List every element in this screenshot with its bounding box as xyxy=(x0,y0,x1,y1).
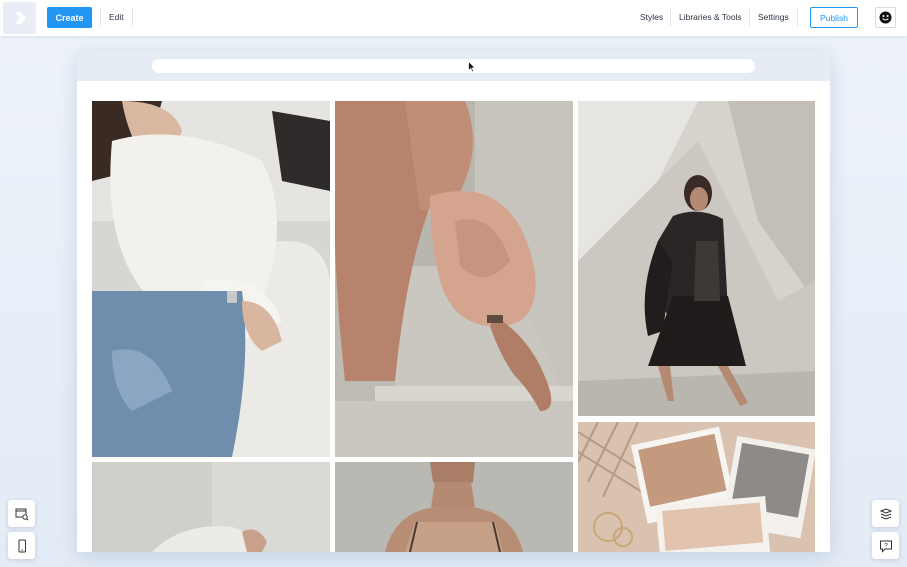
mobile-preview-button[interactable] xyxy=(8,532,35,559)
photo-polaroid-prints-collage[interactable] xyxy=(578,422,815,552)
layout-search-icon xyxy=(15,508,29,521)
photo-peach-sleeve-arm[interactable] xyxy=(335,101,573,457)
settings-menu[interactable]: Settings xyxy=(758,12,789,22)
photo-partial-white-fabric[interactable] xyxy=(92,462,330,552)
toolbar-divider xyxy=(100,9,101,26)
photo-peach-sleeve-arm-image xyxy=(335,101,573,457)
svg-text:?: ? xyxy=(884,542,888,549)
edit-menu[interactable]: Edit xyxy=(109,12,124,22)
smiley-avatar-icon xyxy=(879,11,892,24)
photo-partial-woman-portrait-image xyxy=(335,462,573,552)
photo-polaroid-prints-collage-image xyxy=(578,422,815,552)
layers-icon xyxy=(879,507,892,520)
toolbar-divider xyxy=(670,9,671,26)
toolbar-divider xyxy=(797,9,798,26)
site-preview-frame xyxy=(77,51,830,552)
photo-woman-white-shirt-jeans-image xyxy=(92,101,330,457)
layout-search-button[interactable] xyxy=(8,500,35,527)
help-chat-icon: ? xyxy=(879,540,892,553)
address-bar[interactable] xyxy=(152,59,755,73)
user-avatar[interactable] xyxy=(875,7,896,28)
photo-woman-leather-jacket-image xyxy=(578,101,815,416)
layers-button[interactable] xyxy=(872,500,899,527)
mouse-cursor-icon xyxy=(468,61,476,73)
top-toolbar: Create Edit Styles Libraries & Tools Set… xyxy=(0,0,907,36)
chevron-logo-icon xyxy=(14,12,26,24)
publish-button[interactable]: Publish xyxy=(810,7,858,28)
photo-partial-white-fabric-image xyxy=(92,462,330,552)
styles-menu[interactable]: Styles xyxy=(640,12,663,22)
libraries-tools-menu[interactable]: Libraries & Tools xyxy=(679,12,742,22)
photo-woman-white-shirt-jeans[interactable] xyxy=(92,101,330,457)
create-button[interactable]: Create xyxy=(47,7,92,28)
photo-partial-woman-portrait[interactable] xyxy=(335,462,573,552)
app-logo[interactable] xyxy=(3,2,36,34)
toolbar-divider xyxy=(749,9,750,26)
photo-woman-leather-jacket[interactable] xyxy=(578,101,815,416)
help-button[interactable]: ? xyxy=(872,532,899,559)
toolbar-divider xyxy=(132,9,133,26)
mobile-device-icon xyxy=(18,539,26,552)
browser-chrome-bar xyxy=(77,51,830,81)
